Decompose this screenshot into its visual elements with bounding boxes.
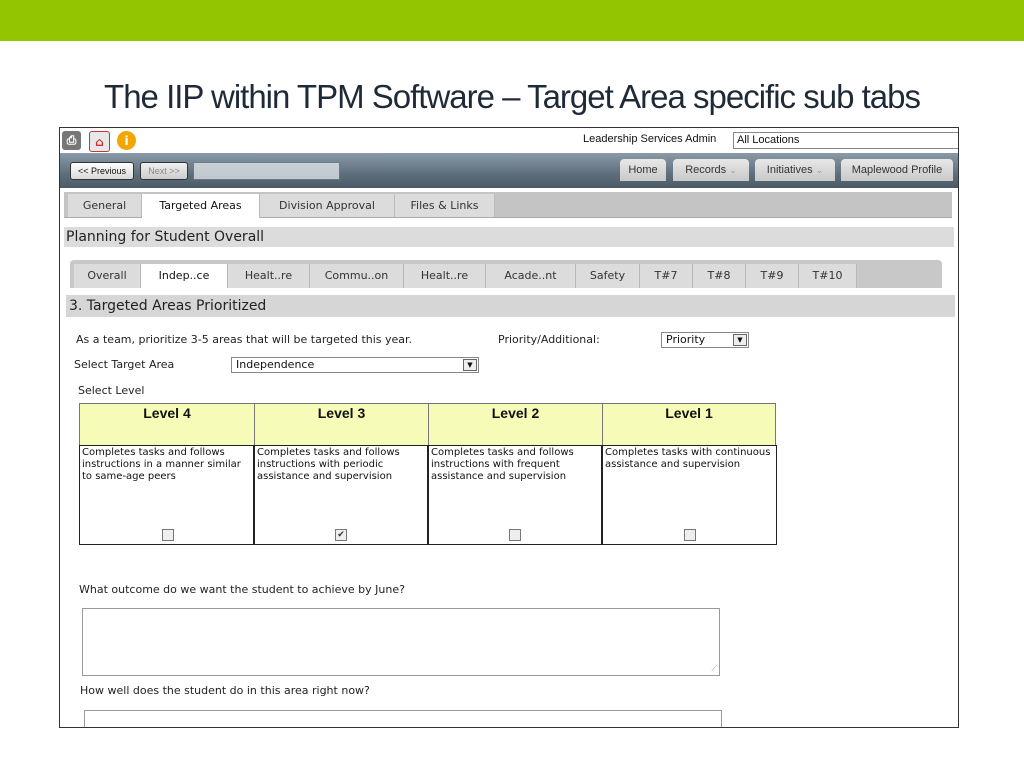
current-performance-textarea[interactable] xyxy=(84,710,722,727)
next-button[interactable]: Next >> xyxy=(140,162,188,180)
nav-tab-home[interactable]: Home xyxy=(620,159,666,181)
subtab-overall[interactable]: Overall xyxy=(74,264,141,288)
print-icon[interactable]: ⎙ xyxy=(62,131,81,150)
subtab-t10[interactable]: T#10 xyxy=(799,264,857,288)
main-tabs: General Targeted Areas Division Approval… xyxy=(64,192,952,218)
level-2-checkbox[interactable] xyxy=(509,529,521,541)
select-level-label: Select Level xyxy=(78,384,145,397)
nav-tab-records[interactable]: Records ⌄ xyxy=(673,159,749,181)
level-description: Completes tasks and follows instructions… xyxy=(82,447,241,482)
level-description: Completes tasks with continuous assistan… xyxy=(605,447,771,470)
app-screenshot: ⎙ ⌂ i Leadership Services Admin All Loca… xyxy=(59,127,959,728)
level-1-header: Level 1 xyxy=(602,403,776,446)
subtab-health-care[interactable]: Healt..re xyxy=(228,264,310,288)
dropdown-arrow-icon: ▼ xyxy=(733,334,747,346)
location-select[interactable]: All Locations xyxy=(733,132,958,149)
level-3-checkbox[interactable]: ✔ xyxy=(335,529,347,541)
subtab-independence[interactable]: Indep..ce xyxy=(141,264,228,288)
chevron-down-icon: ⌄ xyxy=(729,165,737,175)
subtab-academic-achievement[interactable]: Acade..nt xyxy=(486,264,576,288)
level-description: Completes tasks and follows instructions… xyxy=(257,447,400,482)
dropdown-arrow-icon: ▼ xyxy=(463,359,477,371)
tab-files-links[interactable]: Files & Links xyxy=(395,194,495,217)
sub-tabs: Overall Indep..ce Healt..re Commu..on He… xyxy=(70,260,942,288)
previous-button[interactable]: << Previous xyxy=(70,162,134,180)
instruction-text: As a team, prioritize 3-5 areas that wil… xyxy=(76,333,413,346)
nav-tab-maplewood-profile[interactable]: Maplewood Profile xyxy=(841,159,953,181)
subtab-health-care-2[interactable]: Healt..re xyxy=(404,264,486,288)
target-area-label: Select Target Area xyxy=(74,358,175,371)
level-4-checkbox[interactable] xyxy=(162,529,174,541)
chevron-down-icon: ⌄ xyxy=(815,165,824,175)
slide-top-bar xyxy=(0,0,1024,41)
subsection-title: 3. Targeted Areas Prioritized xyxy=(66,295,955,317)
current-performance-question: How well does the student do in this are… xyxy=(80,684,370,697)
subtab-t7[interactable]: T#7 xyxy=(640,264,693,288)
nav-tab-initiatives[interactable]: Initiatives ⌄ xyxy=(755,159,835,181)
priority-label: Priority/Additional: xyxy=(498,333,600,346)
nav-search-field[interactable] xyxy=(193,162,340,180)
outcome-textarea[interactable]: ⟋ xyxy=(82,608,720,676)
level-description: Completes tasks and follows instructions… xyxy=(431,447,574,482)
section-title: Planning for Student Overall xyxy=(64,227,954,247)
home-icon[interactable]: ⌂ xyxy=(89,131,110,152)
tab-division-approval[interactable]: Division Approval xyxy=(260,194,395,217)
tab-general[interactable]: General xyxy=(68,194,142,217)
nav-bar: << Previous Next >> Home Records ⌄ Initi… xyxy=(60,153,958,188)
level-3-header: Level 3 xyxy=(254,403,429,446)
tab-targeted-areas[interactable]: Targeted Areas xyxy=(142,194,260,218)
target-area-select[interactable]: Independence ▼ xyxy=(231,357,479,373)
level-2-header: Level 2 xyxy=(428,403,603,446)
subtab-t8[interactable]: T#8 xyxy=(693,264,746,288)
level-4-header: Level 4 xyxy=(79,403,255,446)
priority-select[interactable]: Priority ▼ xyxy=(661,332,749,348)
level-1-checkbox[interactable] xyxy=(684,529,696,541)
outcome-question: What outcome do we want the student to a… xyxy=(79,583,405,596)
resize-grip-icon: ⟋ xyxy=(711,664,717,673)
info-icon[interactable]: i xyxy=(117,131,136,150)
slide-title: The IIP within TPM Software – Target Are… xyxy=(104,78,921,115)
app-header: ⎙ ⌂ i Leadership Services Admin All Loca… xyxy=(60,128,958,153)
user-name: Leadership Services Admin xyxy=(583,133,717,145)
subtab-communication[interactable]: Commu..on xyxy=(310,264,404,288)
subtab-safety[interactable]: Safety xyxy=(576,264,640,288)
subtab-t9[interactable]: T#9 xyxy=(746,264,799,288)
